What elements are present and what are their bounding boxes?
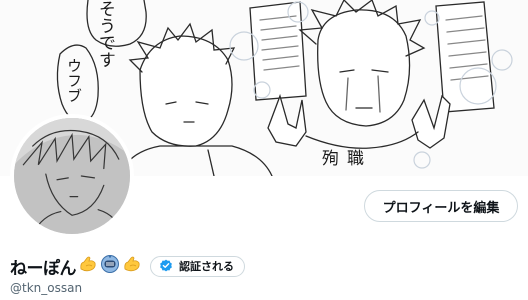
get-verified-label: 認証される xyxy=(179,260,234,273)
avatar[interactable] xyxy=(10,114,134,238)
display-name: ねーぽん xyxy=(10,258,77,279)
flexed-biceps-icon xyxy=(122,254,142,278)
edit-profile-button[interactable]: プロフィールを編集 xyxy=(364,190,518,222)
avatar-illustration xyxy=(14,118,130,234)
profile-name-row: ねーぽん 認証される xyxy=(10,254,245,279)
user-handle: @tkn_ossan xyxy=(10,281,83,295)
banner-caption: 殉職 xyxy=(322,149,372,169)
flexed-biceps-icon xyxy=(78,254,98,278)
get-verified-button[interactable]: 認証される xyxy=(150,255,245,277)
astronaut-icon xyxy=(100,254,120,278)
verified-badge-icon xyxy=(160,259,172,272)
banner-speech-left: ウフブ xyxy=(65,58,83,103)
banner-speech-top: そうです xyxy=(95,0,115,68)
